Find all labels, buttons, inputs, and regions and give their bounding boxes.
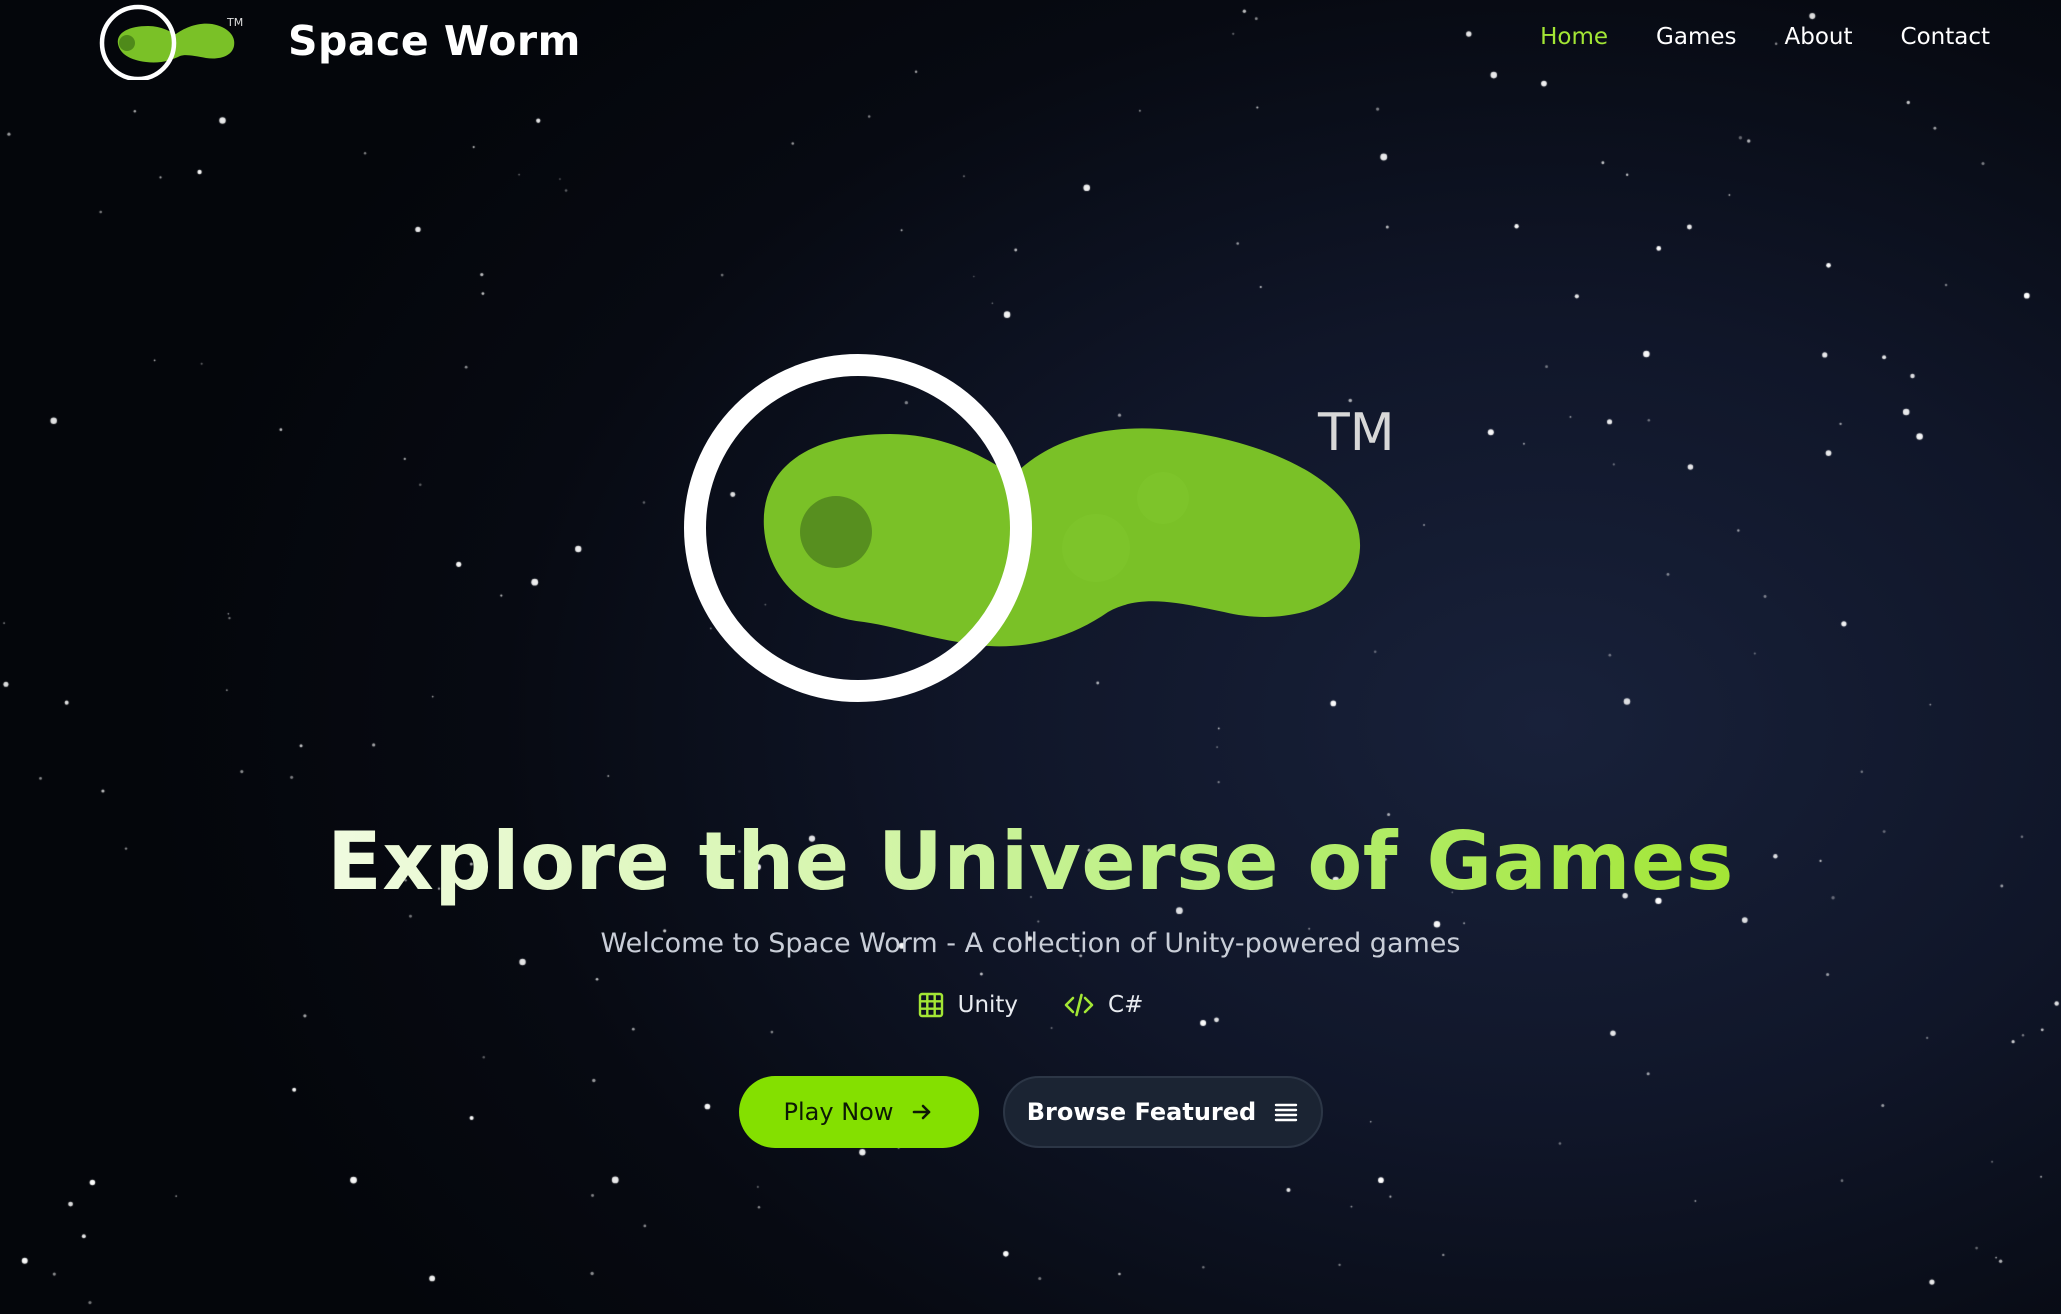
hero-title: Explore the Universe of Games [327,815,1734,908]
brand-link[interactable]: TM Space Worm [88,2,581,80]
svg-text:TM: TM [226,16,243,29]
tag-csharp: C# [1064,992,1143,1018]
nav-contact[interactable]: Contact [1901,24,1990,50]
hero-actions: Play Now Browse Featured [0,1076,2061,1148]
hero-logo: TM [684,354,1395,702]
hero-subtitle: Welcome to Space Worm - A collection of … [600,928,1461,959]
browse-featured-button[interactable]: Browse Featured [1002,1076,1323,1148]
arrow-right-icon [913,1104,931,1120]
site-header: TM Space Worm Home Games About Contact [0,0,2061,90]
list-icon [1275,1103,1298,1122]
nav-home[interactable]: Home [1540,24,1608,50]
tech-tags: Unity C# [0,992,2061,1018]
tag-label: Unity [957,992,1019,1018]
nav-games[interactable]: Games [1656,24,1736,50]
play-now-button[interactable]: Play Now [738,1076,979,1148]
main-nav: Home Games About Contact [1540,24,1990,50]
svg-text:TM: TM [1317,403,1395,463]
code-icon [1064,993,1094,1017]
nav-about[interactable]: About [1785,24,1853,50]
tag-label: C# [1108,992,1144,1018]
play-now-label: Play Now [783,1098,894,1126]
brand-name: Space Worm [288,17,581,65]
tag-unity: Unity [918,992,1018,1018]
grid-icon [918,992,943,1018]
space-worm-logo-icon: TM [684,354,1395,702]
browse-featured-label: Browse Featured [1026,1098,1257,1126]
space-worm-logo-icon: TM [99,4,243,80]
